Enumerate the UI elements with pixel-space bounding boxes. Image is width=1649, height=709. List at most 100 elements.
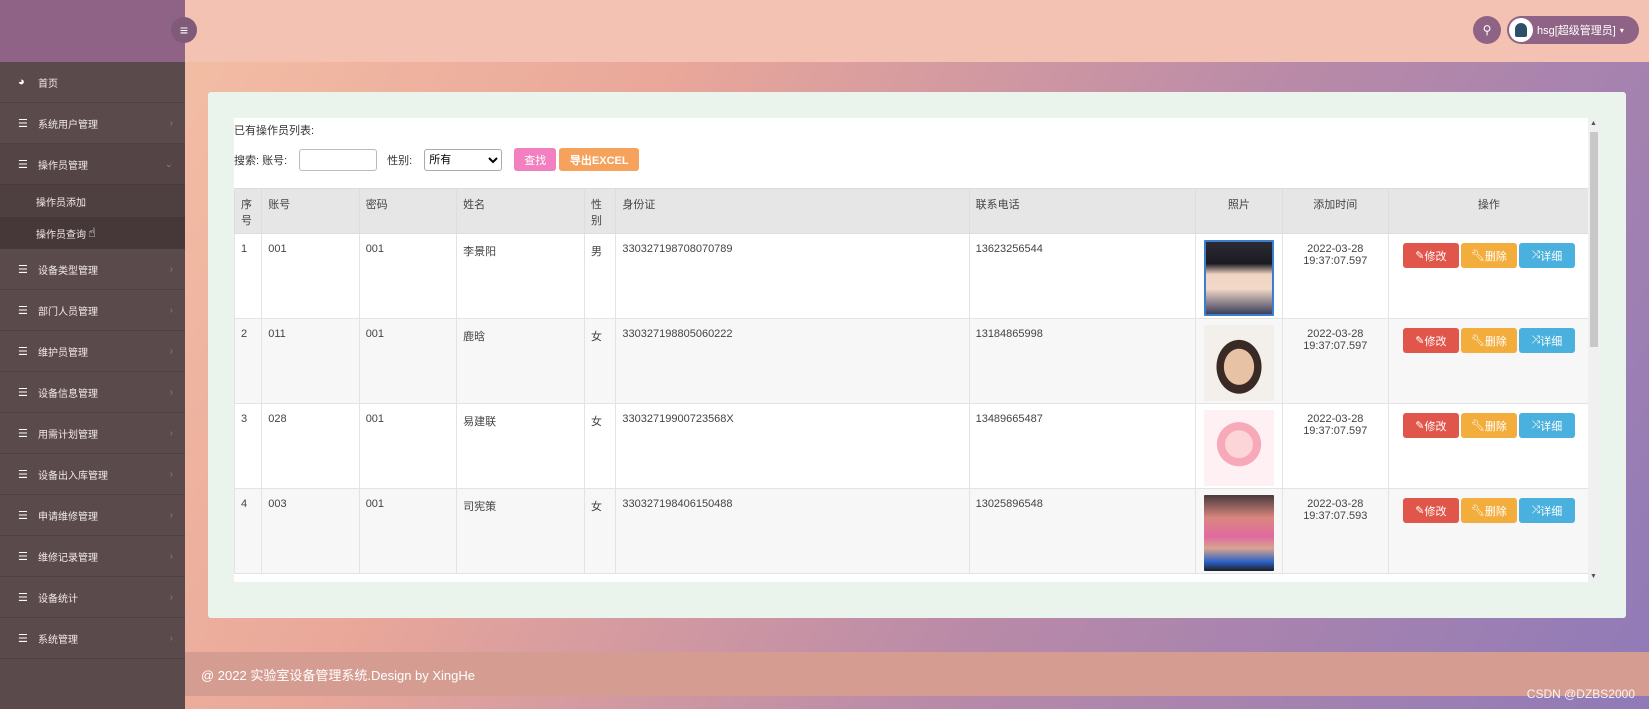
top-header: ⚲ hsg[超级管理员] ▾ [185,0,1649,62]
user-menu[interactable]: hsg[超级管理员] ▾ [1507,16,1639,44]
column-header[interactable]: 序号 [234,188,263,234]
cell-gender: 女 [583,403,617,489]
sidebar-item-departments[interactable]: ☰ 部门人员管理 › [0,290,185,331]
sidebar-item-operators[interactable]: ☰ 操作员管理 ⌄ [0,144,185,185]
cell-name: 李景阳 [456,233,585,319]
account-input[interactable] [299,148,378,171]
gender-select[interactable]: 所有 [424,148,503,171]
column-header[interactable]: 照片 [1194,188,1283,234]
edit-button[interactable]: ✎ 修改 [1402,328,1459,353]
cell-no: 1 [234,233,263,319]
menu-toggle-button[interactable]: ≡ [171,17,197,43]
sidebar-item-device-types[interactable]: ☰ 设备类型管理 › [0,249,185,290]
chevron-right-icon: › [169,427,173,439]
cell-account: 003 [261,488,360,574]
sidebar-subitem-operator-add[interactable]: 操作员添加 [0,185,185,217]
cell-no: 2 [234,318,263,404]
detail-label: 详细 [1540,505,1563,518]
column-header[interactable]: 操作 [1387,188,1591,234]
delete-button[interactable]: 🔧︎ 删除 [1460,498,1517,523]
column-header[interactable]: 联系电话 [968,188,1196,234]
vertical-scrollbar[interactable]: ▲ ▼ [1588,118,1600,582]
chevron-right-icon: › [169,304,173,316]
column-header[interactable]: 性别 [583,188,617,234]
cell-photo [1194,233,1283,319]
export-excel-button[interactable]: 导出EXCEL [559,148,640,171]
list-container: 已有操作员列表: 搜索: 账号: 性别: 所有 查找 导出EXCEL 序号 账号… [234,118,1600,582]
sidebar: ≡ ◕ 首页 ☰ 系统用户管理 › ☰ 操作员管理 ⌄ 操作员添加 操作员查询 … [0,0,197,709]
sidebar-subitem-operator-query[interactable]: 操作员查询 ☝ [0,217,185,249]
added-time: 19:37:07.593 [1303,510,1368,522]
column-header[interactable]: 添加时间 [1281,188,1389,234]
shuffle-icon: ⤨ [1531,249,1541,261]
footer: @ 2022 实验室设备管理系统.Design by XingHe [185,652,1649,696]
sidebar-item-label: 首页 [38,78,58,90]
cell-gender: 男 [583,233,617,319]
cell-account: 001 [261,233,360,319]
detail-button[interactable]: ⤨ 详细 [1518,498,1575,523]
delete-label: 删除 [1484,505,1507,518]
caret-down-icon: ▾ [1619,25,1624,35]
sidebar-item-statistics[interactable]: ☰ 设备统计 › [0,577,185,618]
edit-button[interactable]: ✎ 修改 [1402,413,1459,438]
operator-photo [1203,325,1274,401]
delete-button[interactable]: 🔧︎ 删除 [1460,243,1517,268]
wrench-icon: 🔧︎ [1470,250,1485,262]
column-header[interactable]: 密码 [358,188,458,234]
operator-photo [1203,240,1274,316]
scroll-up-icon[interactable]: ▲ [1590,120,1597,127]
detail-button[interactable]: ⤨ 详细 [1518,413,1575,438]
sidebar-item-stock-io[interactable]: ☰ 设备出入库管理 › [0,454,185,495]
sidebar-item-repair-records[interactable]: ☰ 维修记录管理 › [0,536,185,577]
sidebar-item-device-info[interactable]: ☰ 设备信息管理 › [0,372,185,413]
list-icon: ☰ [18,427,28,440]
sidebar-item-label: 用需计划管理 [38,429,98,441]
cell-added-time: 2022-03-28 19:37:07.597 [1281,233,1389,319]
sidebar-item-demand-plan[interactable]: ☰ 用需计划管理 › [0,413,185,454]
sidebar-item-system[interactable]: ☰ 系统管理 › [0,618,185,659]
cell-actions: ✎ 修改 🔧︎ 删除 ⤨ 详细 [1387,233,1591,319]
pencil-icon: ✎ [1415,420,1425,432]
edit-button[interactable]: ✎ 修改 [1402,243,1459,268]
edit-button[interactable]: ✎ 修改 [1402,498,1459,523]
delete-button[interactable]: 🔧︎ 删除 [1460,413,1517,438]
search-label: 搜索: 账号: [234,154,288,167]
delete-button[interactable]: 🔧︎ 删除 [1460,328,1517,353]
added-time: 19:37:07.597 [1303,425,1368,437]
search-button[interactable]: ⚲ [1473,16,1501,44]
avatar [1509,18,1533,42]
sidebar-item-label: 维护员管理 [38,347,88,359]
sidebar-item-label: 申请维修管理 [38,511,98,523]
sidebar-item-label: 设备统计 [38,593,78,605]
cell-phone: 13623256544 [968,233,1196,319]
wrench-icon: 🔧︎ [1470,420,1485,432]
find-button[interactable]: 查找 [514,148,557,171]
detail-label: 详细 [1540,420,1563,433]
cell-password: 001 [358,488,458,574]
chevron-right-icon: › [169,117,173,129]
chevron-right-icon: › [169,591,173,603]
column-header[interactable]: 姓名 [456,188,585,234]
footer-text: @ 2022 实验室设备管理系统.Design by XingHe [201,667,476,683]
shuffle-icon: ⤨ [1531,504,1541,516]
sidebar-item-home[interactable]: ◕ 首页 [0,62,185,103]
detail-button[interactable]: ⤨ 详细 [1518,243,1575,268]
sidebar-item-repair-requests[interactable]: ☰ 申请维修管理 › [0,495,185,536]
detail-label: 详细 [1540,335,1563,348]
chevron-right-icon: › [169,468,173,480]
scrollbar-thumb[interactable] [1590,132,1598,347]
sidebar-item-system-users[interactable]: ☰ 系统用户管理 › [0,103,185,144]
gender-label: 性别: [387,154,413,167]
table-row: 3 028 001 易建联 女 33032719900723568X 13489… [234,403,1591,489]
column-header[interactable]: 身份证 [615,188,970,234]
cell-gender: 女 [583,488,617,574]
sidebar-item-maintainers[interactable]: ☰ 维护员管理 › [0,331,185,372]
wrench-icon: 🔧︎ [1470,505,1485,517]
hand-cursor-icon: ☝ [88,225,96,240]
scroll-down-icon[interactable]: ▼ [1590,573,1597,580]
detail-button[interactable]: ⤨ 详细 [1518,328,1575,353]
cell-account: 011 [261,318,360,404]
operator-photo [1203,410,1274,486]
column-header[interactable]: 账号 [261,188,360,234]
operator-table: 序号 账号 密码 姓名 性别 身份证 联系电话 照片 添加时间 操作 1 001… [234,188,1591,574]
